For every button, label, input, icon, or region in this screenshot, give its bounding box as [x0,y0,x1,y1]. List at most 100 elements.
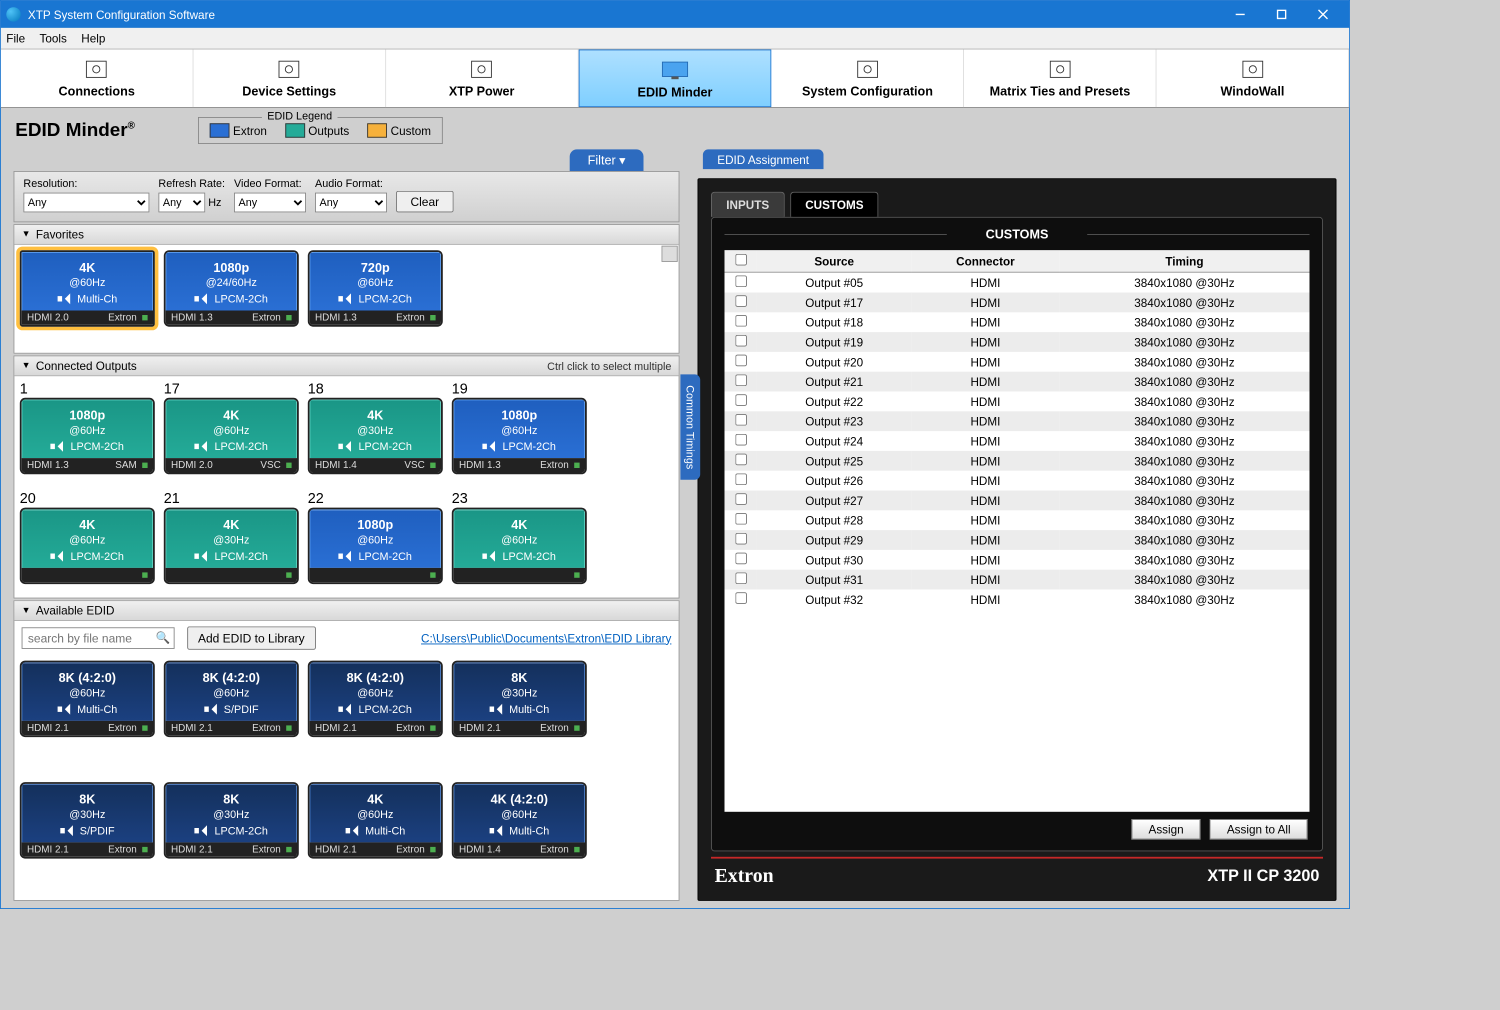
clear-button[interactable]: Clear [396,191,453,213]
search-input[interactable] [22,627,175,649]
video-select[interactable]: Any [234,193,306,213]
table-row[interactable]: Output #24HDMI3840x1080 @30Hz [725,431,1310,451]
edid-card[interactable]: 1080p@60HzLPCM-2ChHDMI 1.3Extron [452,398,587,475]
edid-card[interactable]: 4K@30HzLPCM-2ChHDMI 1.4VSC [308,398,443,475]
edid-card[interactable]: 4K@60HzLPCM-2Ch [452,508,587,585]
row-checkbox[interactable] [735,572,747,584]
assign-button[interactable]: Assign [1131,819,1200,840]
row-checkbox[interactable] [735,533,747,545]
common-timings-tab[interactable]: Common Timings [680,374,700,480]
edid-card[interactable]: 4K@60HzLPCM-2Ch [20,508,155,585]
edid-card[interactable]: 8K@30HzMulti-ChHDMI 2.1Extron [452,661,587,738]
table-row[interactable]: Output #22HDMI3840x1080 @30Hz [725,392,1310,412]
table-row[interactable]: Output #27HDMI3840x1080 @30Hz [725,491,1310,511]
toolbar-connections[interactable]: Connections [1,50,193,108]
edid-card[interactable]: 4K@30HzLPCM-2Ch [164,508,299,585]
row-checkbox[interactable] [735,414,747,426]
card-rate: @30Hz [458,687,580,700]
row-checkbox[interactable] [735,454,747,466]
edid-card[interactable]: 8K (4:2:0)@60HzMulti-ChHDMI 2.1Extron [20,661,155,738]
card-resolution: 8K (4:2:0) [314,671,436,685]
cell-timing: 3840x1080 @30Hz [1059,550,1309,570]
edid-card[interactable]: 720p@60HzLPCM-2ChHDMI 1.3Extron [308,250,443,326]
edid-card[interactable]: 1080p@60HzLPCM-2Ch [308,508,443,585]
edid-card[interactable]: 1080p@60HzLPCM-2ChHDMI 1.3SAM [20,398,155,475]
edid-card[interactable]: 4K@60HzMulti-ChHDMI 2.1Extron [308,782,443,859]
row-checkbox[interactable] [735,394,747,406]
add-edid-button[interactable]: Add EDID to Library [187,626,315,649]
speaker-icon [489,704,503,715]
menu-help[interactable]: Help [81,32,105,46]
row-checkbox[interactable] [735,493,747,505]
toolbar-icon [579,56,771,85]
menu-tools[interactable]: Tools [40,32,67,46]
toolbar-xtp-power[interactable]: XTP Power [386,50,578,108]
table-row[interactable]: Output #26HDMI3840x1080 @30Hz [725,471,1310,491]
toolbar-matrix-ties-and-presets[interactable]: Matrix Ties and Presets [964,50,1156,108]
table-row[interactable]: Output #25HDMI3840x1080 @30Hz [725,451,1310,471]
edid-card[interactable]: 4K@60HzLPCM-2ChHDMI 2.0VSC [164,398,299,475]
filter-tab[interactable]: Filter ▾ [570,149,644,171]
select-all-checkbox[interactable] [735,254,747,266]
minimize-button[interactable] [1220,1,1261,28]
available-edid-header[interactable]: Available EDID [14,601,678,621]
refresh-select[interactable]: Any [158,193,205,213]
row-checkbox[interactable] [735,434,747,446]
table-row[interactable]: Output #17HDMI3840x1080 @30Hz [725,293,1310,313]
table-row[interactable]: Output #05HDMI3840x1080 @30Hz [725,272,1310,292]
edid-card[interactable]: 4K@60HzMulti-ChHDMI 2.0Extron [20,250,155,326]
edid-card[interactable]: 8K (4:2:0)@60HzS/PDIFHDMI 2.1Extron [164,661,299,738]
toolbar-system-configuration[interactable]: System Configuration [772,50,964,108]
toolbar-edid-minder[interactable]: EDID Minder [578,50,771,108]
table-row[interactable]: Output #18HDMI3840x1080 @30Hz [725,312,1310,332]
edid-card[interactable]: 8K@30HzS/PDIFHDMI 2.1Extron [20,782,155,859]
table-row[interactable]: Output #21HDMI3840x1080 @30Hz [725,372,1310,392]
row-checkbox[interactable] [735,374,747,386]
customs-tab[interactable]: CUSTOMS [790,192,879,217]
row-checkbox[interactable] [735,473,747,485]
row-checkbox[interactable] [735,295,747,307]
row-checkbox[interactable] [735,275,747,287]
resolution-select[interactable]: Any [23,193,149,213]
edid-assignment-tab[interactable]: EDID Assignment [703,149,823,169]
table-row[interactable]: Output #31HDMI3840x1080 @30Hz [725,570,1310,590]
speaker-icon [51,441,65,452]
row-checkbox[interactable] [735,513,747,525]
card-resolution: 4K [26,518,148,532]
toolbar-windowall[interactable]: WindoWall [1157,50,1349,108]
card-resolution: 1080p [458,408,580,422]
inputs-tab[interactable]: INPUTS [711,192,785,217]
row-checkbox[interactable] [735,355,747,367]
edid-library-path[interactable]: C:\Users\Public\Documents\Extron\EDID Li… [421,631,671,645]
edid-card[interactable]: 1080p@24/60HzLPCM-2ChHDMI 1.3Extron [164,250,299,326]
favorites-header[interactable]: Favorites [14,225,678,245]
close-button[interactable] [1302,1,1343,28]
table-row[interactable]: Output #23HDMI3840x1080 @30Hz [725,411,1310,431]
card-source: Extron [396,844,435,855]
card-audio: Multi-Ch [365,824,405,837]
assign-all-button[interactable]: Assign to All [1210,819,1308,840]
table-row[interactable]: Output #30HDMI3840x1080 @30Hz [725,550,1310,570]
card-audio: LPCM-2Ch [358,703,411,716]
row-checkbox[interactable] [735,553,747,565]
cell-connector: HDMI [911,491,1059,511]
audio-select[interactable]: Any [315,193,387,213]
row-checkbox[interactable] [735,592,747,604]
row-checkbox[interactable] [735,335,747,347]
menu-file[interactable]: File [6,32,25,46]
table-row[interactable]: Output #28HDMI3840x1080 @30Hz [725,510,1310,530]
speaker-icon [489,825,503,836]
edid-card[interactable]: 4K (4:2:0)@60HzMulti-ChHDMI 1.4Extron [452,782,587,859]
edid-card[interactable]: 8K@30HzLPCM-2ChHDMI 2.1Extron [164,782,299,859]
table-row[interactable]: Output #29HDMI3840x1080 @30Hz [725,530,1310,550]
table-row[interactable]: Output #20HDMI3840x1080 @30Hz [725,352,1310,372]
toolbar-device-settings[interactable]: Device Settings [193,50,385,108]
edid-card[interactable]: 8K (4:2:0)@60HzLPCM-2ChHDMI 2.1Extron [308,661,443,738]
row-checkbox[interactable] [735,315,747,327]
connected-outputs-header[interactable]: Connected OutputsCtrl click to select mu… [14,356,678,376]
card-audio: LPCM-2Ch [70,550,123,563]
maximize-button[interactable] [1261,1,1302,28]
table-row[interactable]: Output #19HDMI3840x1080 @30Hz [725,332,1310,352]
card-audio: LPCM-2Ch [358,293,411,306]
table-row[interactable]: Output #32HDMI3840x1080 @30Hz [725,590,1310,610]
